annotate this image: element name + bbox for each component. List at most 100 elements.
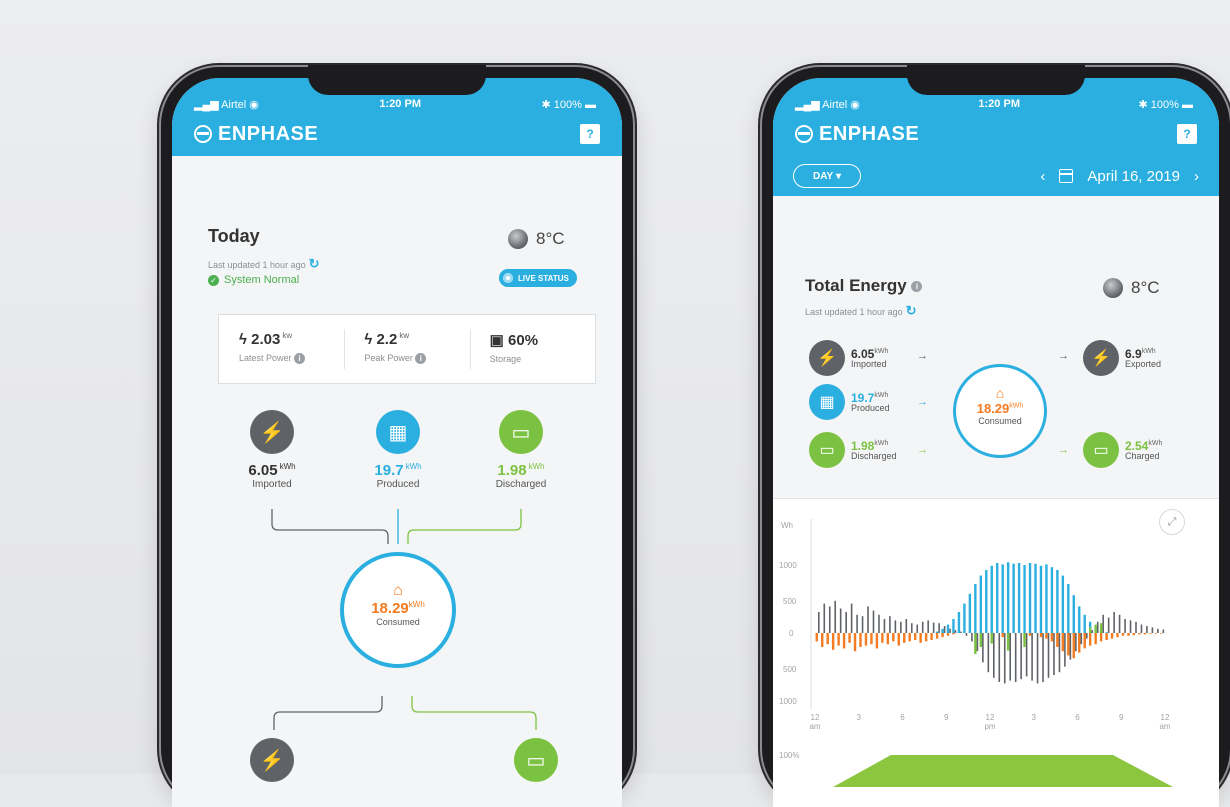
chart-bar: [1045, 564, 1048, 633]
chart-bar: [905, 619, 908, 633]
chart-bar: [1056, 570, 1059, 633]
chevron-right-icon[interactable]: ›: [1194, 168, 1199, 185]
chart-bar: [1017, 563, 1021, 633]
chart-bar: [886, 633, 890, 645]
arrow-right-icon: →: [1058, 444, 1069, 456]
chart-bar: [960, 631, 962, 633]
chart-bar: [1162, 629, 1165, 633]
chart-bar: [1069, 633, 1072, 660]
battery-icon: ▭: [809, 432, 845, 468]
chart-bar: [1151, 627, 1154, 633]
grid-tower-icon: ⚡: [250, 738, 294, 782]
chart-bar: [954, 630, 957, 633]
chart-bar: [971, 633, 973, 642]
chart-bar: [1094, 633, 1097, 645]
app-bar: ENPHASE ?: [773, 112, 1219, 156]
chart-bar: [935, 631, 939, 633]
chart-bar: [883, 619, 886, 633]
date-label[interactable]: April 16, 2019: [1087, 168, 1180, 185]
background: ▂▄▆ Airtel ◉ 1:20 PM ✱ 100% ▬ ENPHASE ? …: [0, 0, 1230, 807]
chart-bar: [1020, 633, 1022, 680]
chart-bar: [1085, 633, 1088, 639]
house-icon: ⌂: [995, 385, 1005, 401]
chart-bar: [1094, 624, 1097, 633]
chart-bar: [903, 633, 906, 643]
chart-bar: [1050, 633, 1054, 642]
chart-bar: [985, 570, 988, 633]
range-dropdown[interactable]: DAY ▾: [793, 164, 861, 188]
x-tick: 12 am: [809, 713, 821, 732]
grid-tower-icon: ⚡: [809, 340, 845, 376]
consumed-ring[interactable]: ⌂ 18.29kWh Consumed: [340, 552, 456, 668]
chart-bar: [1118, 614, 1121, 633]
info-icon[interactable]: i: [911, 281, 923, 293]
chart-bar: [1138, 633, 1141, 635]
chart-bar: [1058, 633, 1061, 673]
consumed-ring[interactable]: ⌂ 18.29kWh Consumed: [953, 364, 1047, 458]
chevron-left-icon[interactable]: ‹: [1040, 168, 1045, 185]
weather-icon: [1103, 278, 1123, 298]
chart-bar: [1023, 565, 1026, 633]
help-button[interactable]: ?: [1177, 124, 1197, 144]
chart-bar: [1140, 624, 1143, 633]
chart-bar: [1124, 619, 1126, 633]
chart-bar: [932, 622, 935, 633]
chart-bar: [957, 612, 961, 633]
chart-bar: [834, 600, 837, 633]
chart-bar: [979, 575, 983, 633]
chart-bar: [1105, 632, 1108, 633]
chart-bar: [856, 614, 858, 633]
chart-bar: [919, 633, 922, 643]
calendar-icon[interactable]: [1059, 169, 1074, 183]
chart-bar: [1116, 633, 1119, 638]
chart-bar: [938, 623, 940, 633]
chart-bar: [968, 593, 972, 633]
grid-tower-icon: ⚡: [250, 410, 294, 454]
notch: [308, 65, 486, 95]
x-tick: 6: [1075, 713, 1080, 722]
battery-icon: ▭: [499, 410, 543, 454]
house-icon: ⌂: [393, 582, 403, 599]
arrow-right-icon: →: [1058, 350, 1069, 362]
chart-bar: [1012, 563, 1015, 633]
chart-bar: [1006, 562, 1010, 633]
chart-bar: [1154, 633, 1158, 634]
chart-bar: [908, 633, 911, 642]
refresh-icon[interactable]: ↻: [906, 303, 917, 318]
chart-bar: [946, 633, 950, 636]
weather: 8°C: [1103, 278, 1160, 298]
chart-bar: [1025, 633, 1028, 677]
chart-bar: [979, 633, 983, 647]
chart-bar: [1132, 633, 1136, 636]
chart-bar: [998, 633, 1001, 682]
chart-bar: [1110, 633, 1114, 639]
chart-bar: [894, 620, 897, 633]
chart-bar: [837, 633, 840, 646]
chart-bar: [1003, 633, 1006, 684]
row-discharged: ▭ 1.98kWh Discharged: [809, 432, 897, 468]
chart-bar: [818, 612, 820, 633]
chart-bar: [1113, 612, 1115, 633]
chart-bar: [839, 608, 842, 633]
chart-bar: [1001, 633, 1004, 638]
energy-chart[interactable]: ⤢ Wh 1000 500 0 500 1000 12 am 3 6 9 12 pm 3 6 9 1…: [773, 498, 1219, 807]
chart-bar: [943, 626, 946, 633]
chart-bar: [990, 633, 993, 644]
x-tick: 9: [1119, 713, 1124, 722]
clock: 1:20 PM: [978, 98, 1020, 110]
chart-bar: [900, 621, 902, 633]
chart-bar: [974, 633, 977, 654]
arrow-right-icon: →: [917, 444, 928, 456]
chart-bar: [1001, 564, 1004, 633]
battery-icon: ▭: [1083, 432, 1119, 468]
chart-bar: [848, 633, 851, 643]
chart-bar: [1149, 633, 1152, 634]
chart-bar: [1028, 563, 1032, 633]
chart-bar: [845, 612, 847, 633]
chart-bar: [850, 603, 853, 633]
chart-bar: [1036, 633, 1039, 684]
chart-bar: [859, 633, 862, 647]
chart-bar: [974, 584, 977, 633]
chart-bar: [878, 614, 880, 633]
chart-bar: [875, 633, 879, 649]
